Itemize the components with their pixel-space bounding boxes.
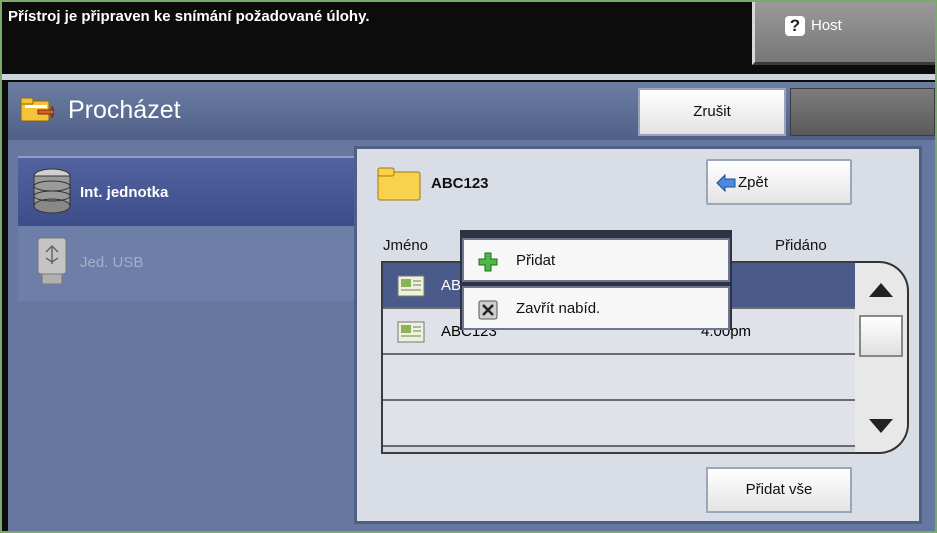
menu-item-add[interactable]: Přidat [462, 238, 730, 282]
sidebar-item-internal-drive[interactable]: Int. jednotka [18, 156, 358, 226]
menu-item-label: Zavřít nabíd. [516, 300, 601, 317]
cancel-button[interactable]: Zrušit [638, 88, 786, 136]
sidebar-item-label: Jed. USB [80, 254, 144, 271]
document-icon [397, 275, 425, 297]
column-header-added: Přidáno [775, 237, 827, 254]
host-button[interactable]: ? Host [752, 2, 935, 65]
plus-icon [478, 252, 498, 272]
list-item[interactable] [383, 401, 855, 447]
browse-folder-icon [20, 97, 54, 122]
sidebar: Int. jednotka Jed. USB [18, 156, 358, 301]
menu-item-label: Přidat [516, 252, 556, 269]
context-menu: Přidat Zavřít nabíd. [460, 230, 732, 330]
page-title: Procházet [68, 96, 181, 124]
status-message: Přístroj je připraven ke snímání požadov… [8, 8, 370, 25]
back-arrow-icon [716, 174, 736, 192]
host-label: Host [811, 17, 842, 34]
separator [2, 74, 935, 80]
scroll-thumb[interactable] [859, 315, 903, 357]
title-bar: Procházet Zrušit [8, 82, 935, 140]
menu-item-close-menu[interactable]: Zavřít nabíd. [462, 286, 730, 330]
help-icon: ? [785, 16, 805, 36]
back-button[interactable]: Zpět [706, 159, 852, 205]
folder-name: ABC123 [431, 175, 489, 192]
main-area: Int. jednotka Jed. USB ABC123 Zpět Jméno… [8, 140, 935, 531]
blank-button [790, 88, 935, 136]
document-icon [397, 321, 425, 343]
add-all-button[interactable]: Přidat vše [706, 467, 852, 513]
scroll-down-icon[interactable] [861, 407, 901, 447]
folder-icon [377, 167, 421, 201]
file-browser-panel: ABC123 Zpět Jméno Přidáno AB n [354, 146, 922, 524]
file-name: AB [441, 277, 462, 294]
scrollbar[interactable] [855, 261, 909, 454]
close-icon [478, 300, 498, 320]
hard-drive-icon [33, 168, 71, 214]
scroll-up-icon[interactable] [861, 269, 901, 309]
sidebar-item-label: Int. jednotka [80, 184, 169, 201]
column-header-name: Jméno [383, 237, 429, 254]
list-item[interactable] [383, 355, 855, 401]
sidebar-item-usb[interactable]: Jed. USB [18, 228, 358, 298]
usb-drive-icon [37, 237, 67, 285]
back-label: Zpět [738, 174, 769, 191]
